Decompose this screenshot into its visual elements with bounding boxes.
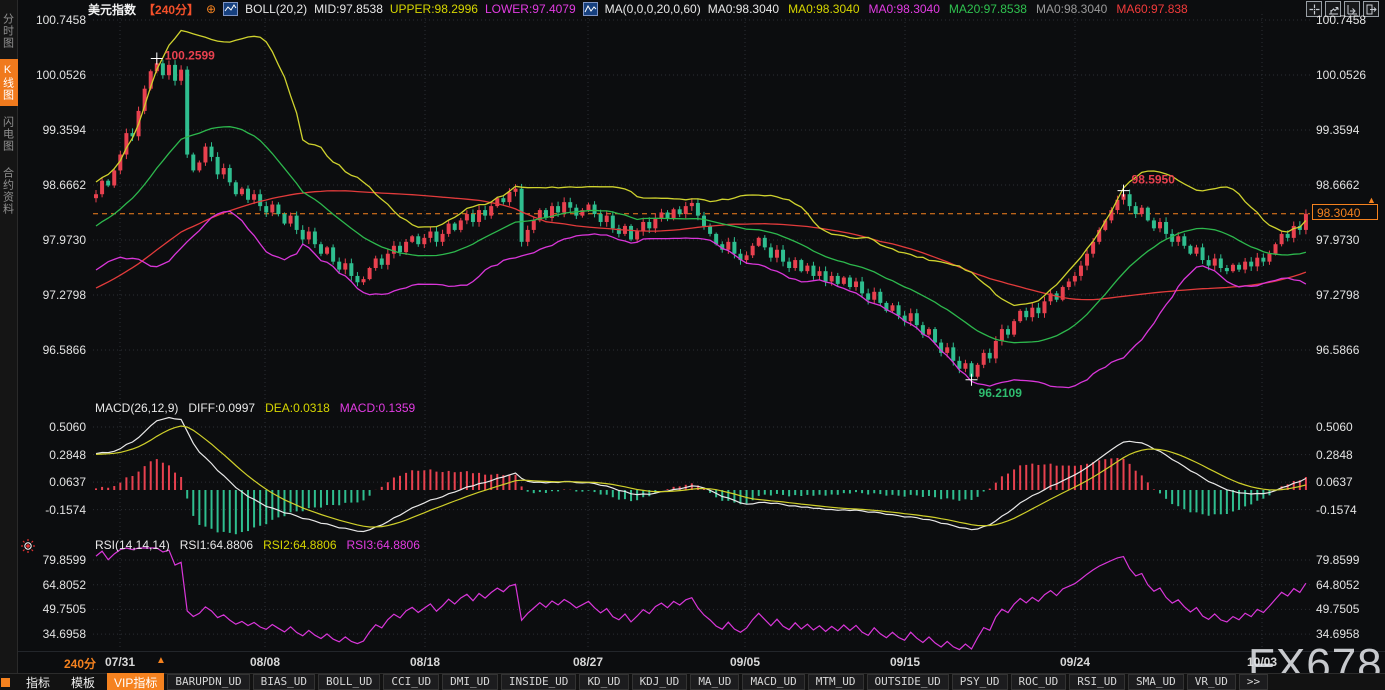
indicator-button-kdj_ud[interactable]: KDJ_UD bbox=[632, 674, 688, 690]
symbol-name: 美元指数 bbox=[88, 1, 136, 18]
ma-label: MA(0,0,0,20,0,60) bbox=[605, 2, 701, 16]
y-axis-label: 79.8599 bbox=[1316, 553, 1385, 567]
y-axis-label: 100.0526 bbox=[1316, 68, 1385, 82]
last-price-value: 98.3040 bbox=[1317, 206, 1360, 220]
macd-macd-value: MACD:0.1359 bbox=[340, 401, 415, 415]
last-price-tag: 98.3040 bbox=[1312, 204, 1378, 220]
toolbar-tab-1[interactable]: 模板 bbox=[62, 674, 104, 690]
ma-value-1: MA0:98.3040 bbox=[788, 2, 859, 16]
svg-text:96.2109: 96.2109 bbox=[979, 386, 1023, 400]
y-axis-label: 64.8052 bbox=[1316, 578, 1385, 592]
rsi-pane-title: RSI(14,14,14) RSI1:64.8806 RSI2:64.8806 … bbox=[95, 538, 420, 552]
rsi3-value: RSI3:64.8806 bbox=[347, 538, 420, 552]
indicator-button-cci_ud[interactable]: CCI_UD bbox=[383, 674, 439, 690]
rsi2-value: RSI2:64.8806 bbox=[263, 538, 336, 552]
y-axis-label: 0.5060 bbox=[16, 420, 86, 434]
y-axis-label: 34.6958 bbox=[16, 627, 86, 641]
indicator-button-macd_ud[interactable]: MACD_UD bbox=[742, 674, 804, 690]
indicator-button-kd_ud[interactable]: KD_UD bbox=[579, 674, 628, 690]
add-indicator-icon[interactable]: ⊕ bbox=[206, 2, 216, 16]
indicator-button-dmi_ud[interactable]: DMI_UD bbox=[442, 674, 498, 690]
svg-text:100.2599: 100.2599 bbox=[165, 49, 215, 63]
y-axis-label: 0.2848 bbox=[16, 448, 86, 462]
y-axis-label: 99.3594 bbox=[1316, 123, 1385, 137]
indicator-button-barupdn_ud[interactable]: BARUPDN_UD bbox=[167, 674, 249, 690]
y-axis-label: 96.5866 bbox=[16, 343, 86, 357]
boll-mid-value: MID:97.8538 bbox=[314, 2, 383, 16]
more-indicators-button[interactable]: >> bbox=[1239, 674, 1268, 690]
boll-upper-value: UPPER:98.2996 bbox=[390, 2, 478, 16]
macd-pane-title: MACD(26,12,9) DIFF:0.0997 DEA:0.0318 MAC… bbox=[95, 401, 415, 415]
period-up-triangle-icon[interactable]: ▲ bbox=[156, 655, 166, 666]
trading-terminal: 100.259998.595096.2109 分时图K线图闪电图合约资料 美元指… bbox=[0, 0, 1385, 690]
chart-canvas[interactable]: 100.2599 98.5950 96.2109 bbox=[0, 0, 1385, 690]
y-axis-label: 34.6958 bbox=[1316, 627, 1385, 641]
x-axis: 240分 ▲ 07/31 08/08 08/18 08/27 09/05 09/15 09/… bbox=[18, 651, 1385, 674]
ma-value-5: MA60:97.838 bbox=[1116, 2, 1187, 16]
y-axis-label: 96.5866 bbox=[1316, 343, 1385, 357]
indicator-button-roc_ud[interactable]: ROC_UD bbox=[1011, 674, 1067, 690]
macd-dea-value: DEA:0.0318 bbox=[265, 401, 330, 415]
ma-value-0: MA0:98.3040 bbox=[708, 2, 779, 16]
rsi1-value: RSI1:64.8806 bbox=[180, 538, 253, 552]
x-axis-date-label: 07/31 bbox=[105, 655, 135, 669]
price-up-arrow-icon: ▲ bbox=[1367, 195, 1376, 205]
y-axis-label: 98.6662 bbox=[16, 178, 86, 192]
toolbar-tab-0[interactable]: 指标 bbox=[17, 674, 59, 690]
indicator-button-sma_ud[interactable]: SMA_UD bbox=[1128, 674, 1184, 690]
y-axis-label: 49.7505 bbox=[16, 602, 86, 616]
ma-value-2: MA0:98.3040 bbox=[869, 2, 940, 16]
y-axis-label: 97.2798 bbox=[16, 288, 86, 302]
y-axis-label: 99.3594 bbox=[16, 123, 86, 137]
x-axis-date-label: 09/24 bbox=[1060, 655, 1090, 669]
ma-value-3: MA20:97.8538 bbox=[949, 2, 1027, 16]
indicator-button-psy_ud[interactable]: PSY_UD bbox=[952, 674, 1008, 690]
indicator-button-vr_ud[interactable]: VR_UD bbox=[1187, 674, 1236, 690]
indicator-button-inside_ud[interactable]: INSIDE_UD bbox=[501, 674, 577, 690]
toolbar-tab-2[interactable]: VIP指标 bbox=[107, 673, 164, 690]
indicator-button-bias_ud[interactable]: BIAS_UD bbox=[253, 674, 315, 690]
boll-label: BOLL(20,2) bbox=[245, 2, 307, 16]
boll-indicator-icon[interactable] bbox=[223, 2, 238, 16]
y-axis-label: 97.2798 bbox=[1316, 288, 1385, 302]
indicator-button-rsi_ud[interactable]: RSI_UD bbox=[1069, 674, 1125, 690]
rsi-title: RSI(14,14,14) bbox=[95, 538, 170, 552]
y-axis-label: -0.1574 bbox=[16, 503, 86, 517]
alert-icon[interactable] bbox=[20, 538, 36, 559]
y-axis-label: 0.0637 bbox=[1316, 475, 1385, 489]
boll-lower-value: LOWER:97.4079 bbox=[485, 2, 576, 16]
indicator-button-outside_ud[interactable]: OUTSIDE_UD bbox=[867, 674, 949, 690]
chart-header: 美元指数 【240分】 ⊕ BOLL(20,2) MID:97.8538 UPP… bbox=[18, 0, 1385, 18]
indicator-button-mtm_ud[interactable]: MTM_UD bbox=[808, 674, 864, 690]
indicator-toolbar: 指标模板VIP指标BARUPDN_UDBIAS_UDBOLL_UDCCI_UDD… bbox=[0, 673, 1385, 690]
macd-title: MACD(26,12,9) bbox=[95, 401, 178, 415]
y-axis-label: 100.0526 bbox=[16, 68, 86, 82]
x-axis-date-label: 08/27 bbox=[573, 655, 603, 669]
ma-values: MA0:98.3040 MA0:98.3040 MA0:98.3040 MA20:97… bbox=[708, 2, 1188, 16]
y-axis-label: 49.7505 bbox=[1316, 602, 1385, 616]
y-axis-label: 97.9730 bbox=[1316, 233, 1385, 247]
ma-value-4: MA0:98.3040 bbox=[1036, 2, 1107, 16]
x-axis-date-label: 08/18 bbox=[410, 655, 440, 669]
y-axis-label: -0.1574 bbox=[1316, 503, 1385, 517]
y-axis-label: 97.9730 bbox=[16, 233, 86, 247]
y-axis-label: 0.0637 bbox=[16, 475, 86, 489]
period-tag: 【240分】 bbox=[143, 1, 199, 18]
indicator-button-ma_ud[interactable]: MA_UD bbox=[690, 674, 739, 690]
y-axis-label: 0.5060 bbox=[1316, 420, 1385, 434]
x-axis-date-label: 09/15 bbox=[890, 655, 920, 669]
indicator-button-boll_ud[interactable]: BOLL_UD bbox=[318, 674, 380, 690]
toolbar-corner-icon bbox=[1, 678, 10, 687]
xaxis-period-label[interactable]: 240分 bbox=[64, 655, 96, 672]
ma-indicator-icon[interactable] bbox=[583, 2, 598, 16]
y-axis-label: 98.6662 bbox=[1316, 178, 1385, 192]
x-axis-date-label: 09/05 bbox=[730, 655, 760, 669]
x-axis-date-label: 08/08 bbox=[250, 655, 280, 669]
y-axis-label: 0.2848 bbox=[1316, 448, 1385, 462]
macd-diff-value: DIFF:0.0997 bbox=[188, 401, 255, 415]
svg-text:98.5950: 98.5950 bbox=[1132, 173, 1176, 187]
y-axis-label: 64.8052 bbox=[16, 578, 86, 592]
